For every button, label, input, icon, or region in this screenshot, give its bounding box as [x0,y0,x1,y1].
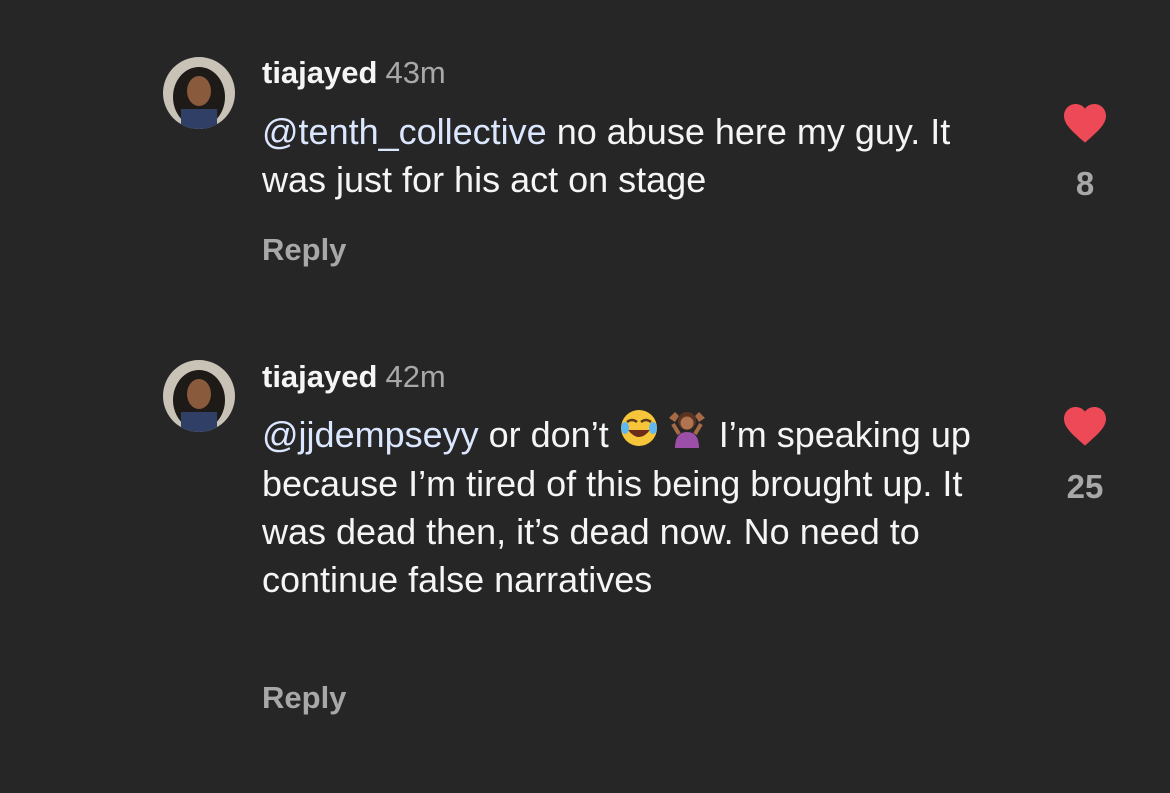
face-with-tears-of-joy-icon [619,408,659,460]
woman-shrugging-icon [665,408,709,460]
comment-header: tiajayed 43m [262,53,446,93]
like-control: 8 [1040,100,1130,202]
timestamp: 42m [385,359,446,394]
profile-photo-icon [163,57,235,129]
mention-link[interactable]: @tenth_collective [262,111,547,152]
comment-header: tiajayed 42m [262,357,446,397]
reply-button[interactable]: Reply [262,230,346,270]
like-count: 25 [1066,468,1104,505]
username-link[interactable]: tiajayed [262,359,377,394]
comment-text: @tenth_collective no abuse here my guy. … [262,108,1022,204]
like-control: 25 [1040,403,1130,505]
reply-button[interactable]: Reply [262,678,346,718]
username-link[interactable]: tiajayed [262,55,377,90]
timestamp: 43m [385,55,446,90]
profile-photo-icon [163,360,235,432]
avatar[interactable] [163,57,235,129]
mention-link[interactable]: @jjdempseyy [262,414,479,455]
like-count: 8 [1075,165,1095,202]
comment-text: @jjdempseyy or don’t I’m speaking up bec… [262,408,1022,604]
heart-icon[interactable] [1060,100,1110,144]
heart-icon[interactable] [1060,403,1110,447]
comment-body-start: or don’t [478,414,619,455]
avatar[interactable] [163,360,235,432]
